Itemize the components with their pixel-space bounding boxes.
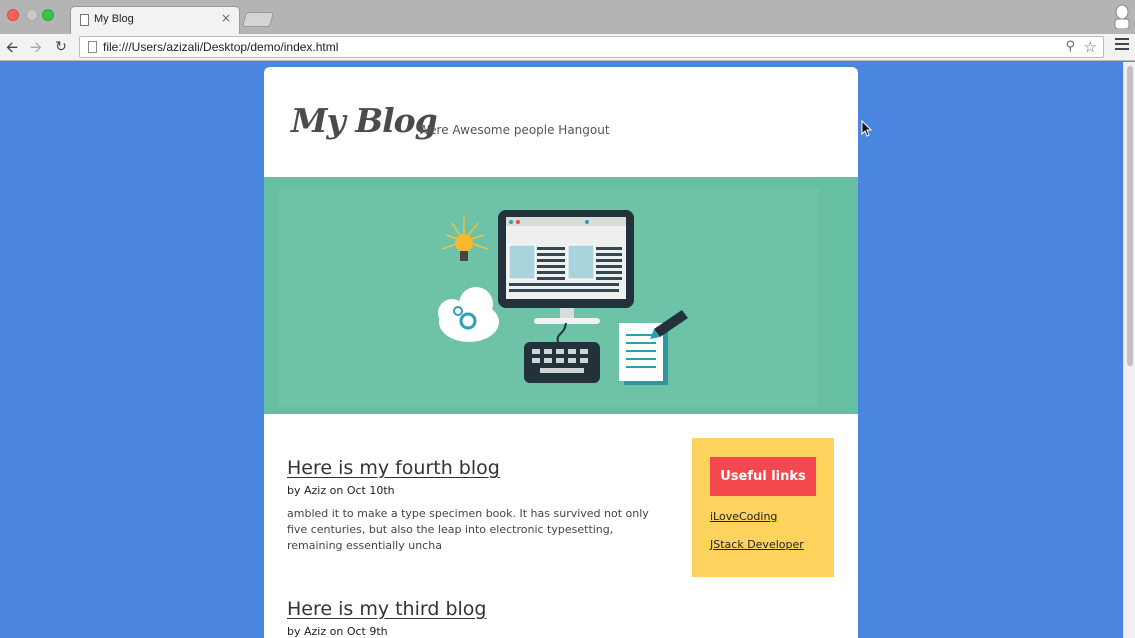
post-title-link[interactable]: Here is my fourth blog [287, 457, 667, 479]
browser-tab[interactable]: My Blog × [70, 6, 240, 34]
blog-container: My Blog Were Awesome people Hangout Here… [264, 67, 858, 638]
tab-bar: My Blog × [0, 0, 1135, 34]
bookmark-star-icon[interactable]: ☆ [1084, 38, 1097, 56]
hero-banner [264, 177, 858, 414]
url-text[interactable]: file:///Users/azizali/Desktop/demo/index… [103, 40, 338, 54]
site-tagline: Were Awesome people Hangout [418, 123, 610, 137]
useful-links-sidebar: Useful links iLoveCoding JStack Develope… [692, 438, 834, 577]
post-title-link[interactable]: Here is my third blog [287, 598, 667, 620]
page-scrollbar[interactable] [1123, 62, 1135, 638]
profile-icon[interactable] [1113, 3, 1131, 29]
mouse-cursor-icon [861, 120, 872, 137]
blog-post: Here is my third blog by Aziz on Oct 9th [287, 598, 667, 638]
useful-links-heading[interactable]: Useful links [710, 457, 816, 496]
address-bar[interactable]: file:///Users/azizali/Desktop/demo/index… [79, 36, 1104, 58]
post-excerpt: ambled it to make a type specimen book. … [287, 507, 649, 552]
blog-post: Here is my fourth blog by Aziz on Oct 10… [287, 457, 667, 554]
new-tab-button[interactable] [241, 12, 275, 27]
search-icon[interactable]: ⚲ [1065, 39, 1075, 54]
tab-title: My Blog [94, 13, 134, 25]
post-meta: by Aziz on Oct 10th [287, 484, 395, 497]
back-arrow-icon[interactable]: 🡨 [3, 37, 21, 57]
window-maximize-button[interactable] [42, 9, 54, 21]
window-close-button[interactable] [7, 9, 19, 21]
scrollbar-thumb[interactable] [1127, 66, 1133, 366]
sidebar-link-ilovecoding[interactable]: iLoveCoding [710, 510, 777, 523]
page-icon [88, 41, 97, 53]
browser-toolbar: 🡨 🡪 ↻ file:///Users/azizali/Desktop/demo… [0, 34, 1135, 61]
monitor-icon [498, 210, 634, 324]
reload-icon[interactable]: ↻ [52, 37, 70, 57]
site-logo[interactable]: My Blog [291, 101, 438, 140]
menu-icon[interactable] [1115, 38, 1129, 52]
window-minimize-button[interactable] [26, 9, 38, 21]
sidebar-link-jstack-developer[interactable]: JStack Developer [710, 538, 804, 551]
site-header: My Blog Were Awesome people Hangout [264, 67, 858, 177]
hero-illustration [279, 187, 819, 407]
tab-close-icon[interactable]: × [221, 11, 231, 25]
document-icon [80, 14, 89, 26]
post-meta: by Aziz on Oct 9th [287, 625, 388, 638]
forward-arrow-icon[interactable]: 🡪 [27, 37, 45, 57]
page-viewport: My Blog Were Awesome people Hangout Here… [0, 62, 1123, 638]
